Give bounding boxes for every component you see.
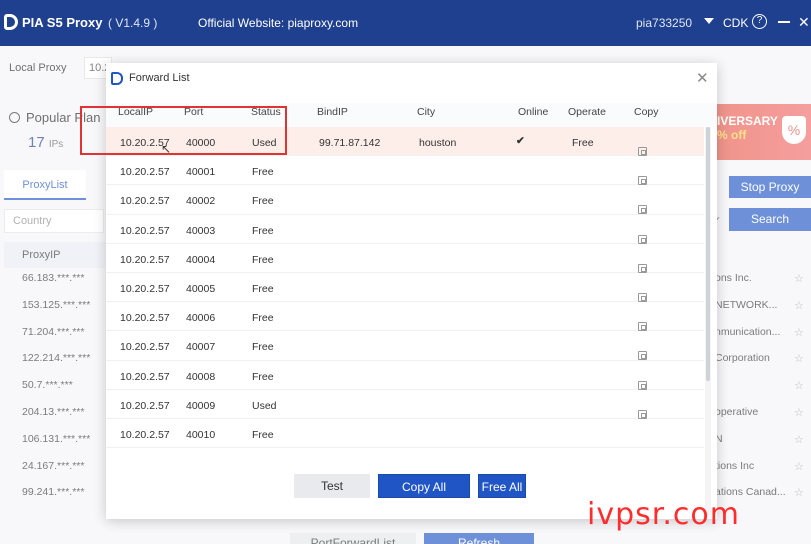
minimize-icon[interactable] — [778, 21, 790, 23]
app-logo-icon — [4, 14, 18, 30]
col-operate: Operate — [568, 106, 606, 118]
test-button[interactable]: Test — [294, 474, 370, 498]
copy-icon[interactable] — [638, 147, 647, 156]
table-row[interactable]: 10.20.2.57 40004 Free — [106, 244, 704, 273]
table-row[interactable]: 10.20.2.57 40008 Free — [106, 361, 704, 390]
title-bar: PIA S5 Proxy ( V1.4.9 ) Official Website… — [0, 0, 811, 46]
col-online: Online — [518, 106, 549, 118]
user-dropdown-caret-icon[interactable] — [704, 18, 714, 24]
table-row[interactable]: 10.20.2.57 40006 Free — [106, 302, 704, 332]
dialog-close-icon[interactable]: ✕ — [696, 69, 709, 87]
copy-icon[interactable] — [638, 234, 647, 244]
table-row[interactable]: 10.20.2.57 40002 Free — [106, 185, 704, 215]
scrollbar-thumb[interactable] — [706, 127, 710, 381]
official-website-link[interactable]: Official Website: piaproxy.com — [198, 16, 358, 30]
app-logo-icon — [111, 72, 123, 85]
app-version: ( V1.4.9 ) — [108, 16, 158, 30]
window-close-icon[interactable]: ✕ — [798, 14, 810, 31]
table-row[interactable]: 10.20.2.57 40010 Free — [106, 419, 704, 449]
col-copy: Copy — [634, 106, 659, 118]
table-row[interactable]: 10.20.2.57 40007 Free — [106, 331, 704, 361]
table-row[interactable]: 10.20.2.57 40003 Free — [106, 215, 704, 244]
copy-icon[interactable] — [638, 322, 647, 332]
online-check-icon: ✔ — [516, 135, 525, 147]
copy-icon[interactable] — [638, 351, 647, 361]
copy-all-button[interactable]: Copy All — [378, 474, 470, 498]
mouse-cursor-icon: ↖ — [161, 142, 172, 156]
dialog-title: Forward List — [129, 72, 190, 84]
copy-icon[interactable] — [638, 176, 647, 186]
app-brand: PIA S5 Proxy — [22, 15, 103, 30]
copy-icon[interactable] — [638, 380, 647, 390]
col-bindip: BindIP — [317, 106, 348, 118]
username[interactable]: pia733250 — [636, 16, 692, 30]
copy-icon[interactable] — [638, 263, 647, 273]
forward-table-body: 10.20.2.57 40000 Used 99.71.87.142 houst… — [106, 127, 704, 449]
highlight-annotation-box — [80, 106, 287, 155]
watermark: ivpsr.com — [587, 497, 740, 532]
table-row[interactable]: 10.20.2.57 40001 Free — [106, 156, 704, 186]
table-row[interactable]: 10.20.2.57 40005 Free — [106, 273, 704, 303]
cdk-button[interactable]: CDK — [723, 16, 748, 30]
table-row[interactable]: 10.20.2.57 40009 Used — [106, 390, 704, 419]
copy-icon[interactable] — [638, 205, 647, 215]
help-icon[interactable]: ? — [752, 14, 767, 29]
copy-icon[interactable] — [638, 292, 647, 302]
free-port-link[interactable]: Free — [572, 137, 594, 149]
free-all-button[interactable]: Free All — [478, 474, 526, 498]
col-city: City — [417, 106, 436, 118]
copy-icon[interactable] — [638, 409, 647, 419]
